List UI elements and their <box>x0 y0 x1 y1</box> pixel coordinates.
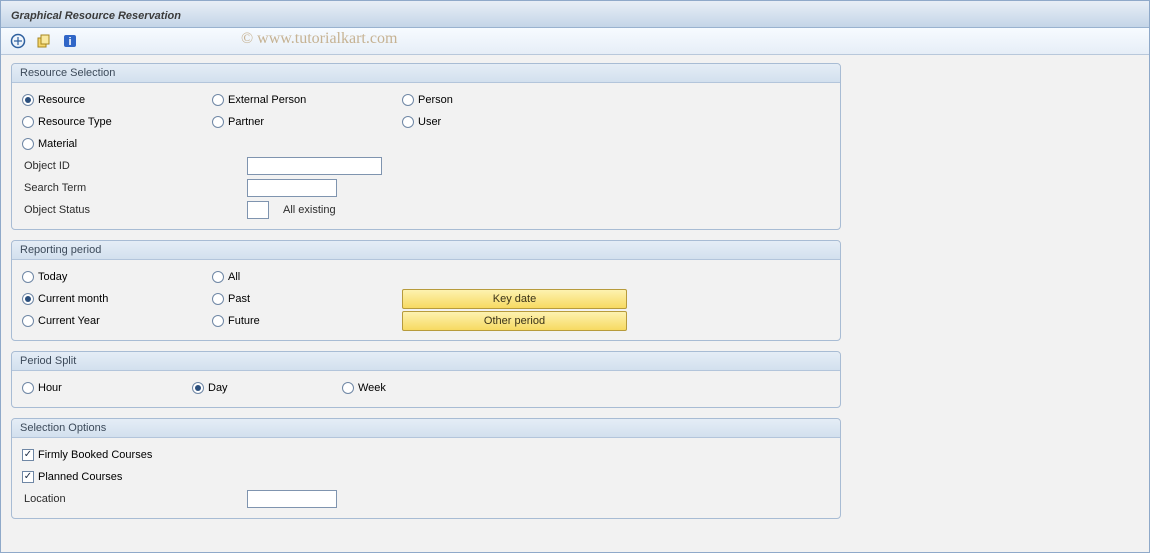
other-period-button[interactable]: Other period <box>402 311 627 331</box>
group-selection-options: Selection Options ✓Firmly Booked Courses… <box>11 418 841 519</box>
radio-today-label: Today <box>38 271 67 283</box>
key-date-button[interactable]: Key date <box>402 289 627 309</box>
checkbox-firmly-booked-label: Firmly Booked Courses <box>38 449 152 461</box>
radio-external-person-label: External Person <box>228 94 306 106</box>
radio-hour-label: Hour <box>38 382 62 394</box>
checkbox-planned-label: Planned Courses <box>38 471 122 483</box>
radio-all-label: All <box>228 271 240 283</box>
location-label: Location <box>22 493 247 505</box>
svg-text:i: i <box>68 36 71 48</box>
radio-hour[interactable]: Hour <box>22 382 62 394</box>
object-status-label: Object Status <box>22 204 247 216</box>
radio-past-label: Past <box>228 293 250 305</box>
group-title-resource-selection: Resource Selection <box>12 64 840 83</box>
search-term-label: Search Term <box>22 182 247 194</box>
title-bar: Graphical Resource Reservation <box>1 1 1149 28</box>
radio-resource[interactable]: Resource <box>22 94 85 106</box>
group-title-reporting-period: Reporting period <box>12 241 840 260</box>
radio-week[interactable]: Week <box>342 382 386 394</box>
app-window: Graphical Resource Reservation i © www.t… <box>0 0 1150 553</box>
checkbox-planned[interactable]: ✓Planned Courses <box>22 471 122 483</box>
radio-material-label: Material <box>38 138 77 150</box>
group-title-period-split: Period Split <box>12 352 840 371</box>
group-period-split: Period Split Hour Day Week <box>11 351 841 408</box>
group-title-selection-options: Selection Options <box>12 419 840 438</box>
watermark: © www.tutorialkart.com <box>241 30 397 48</box>
window-title: Graphical Resource Reservation <box>11 10 181 22</box>
radio-resource-label: Resource <box>38 94 85 106</box>
object-id-label: Object ID <box>22 160 247 172</box>
location-input[interactable] <box>247 490 337 508</box>
radio-resource-type[interactable]: Resource Type <box>22 116 112 128</box>
radio-resource-type-label: Resource Type <box>38 116 112 128</box>
radio-current-month-label: Current month <box>38 293 108 305</box>
radio-today[interactable]: Today <box>22 271 67 283</box>
object-id-input[interactable] <box>247 157 382 175</box>
radio-day-label: Day <box>208 382 228 394</box>
toolbar: i © www.tutorialkart.com <box>1 28 1149 55</box>
radio-current-month[interactable]: Current month <box>22 293 108 305</box>
radio-person[interactable]: Person <box>402 94 453 106</box>
radio-material[interactable]: Material <box>22 138 77 150</box>
radio-future[interactable]: Future <box>212 315 260 327</box>
radio-day[interactable]: Day <box>192 382 228 394</box>
object-status-input[interactable] <box>247 201 269 219</box>
variant-icon[interactable] <box>35 32 53 50</box>
info-icon[interactable]: i <box>61 32 79 50</box>
radio-week-label: Week <box>358 382 386 394</box>
checkbox-firmly-booked[interactable]: ✓Firmly Booked Courses <box>22 449 152 461</box>
radio-person-label: Person <box>418 94 453 106</box>
group-resource-selection: Resource Selection Resource External Per… <box>11 63 841 230</box>
radio-external-person[interactable]: External Person <box>212 94 306 106</box>
object-status-text: All existing <box>283 204 336 216</box>
radio-current-year[interactable]: Current Year <box>22 315 100 327</box>
radio-partner[interactable]: Partner <box>212 116 264 128</box>
radio-future-label: Future <box>228 315 260 327</box>
radio-partner-label: Partner <box>228 116 264 128</box>
radio-all[interactable]: All <box>212 271 240 283</box>
search-term-input[interactable] <box>247 179 337 197</box>
group-reporting-period: Reporting period Today All Current month… <box>11 240 841 341</box>
content-area: Resource Selection Resource External Per… <box>1 55 1149 537</box>
radio-past[interactable]: Past <box>212 293 250 305</box>
radio-current-year-label: Current Year <box>38 315 100 327</box>
execute-icon[interactable] <box>9 32 27 50</box>
radio-user[interactable]: User <box>402 116 441 128</box>
radio-user-label: User <box>418 116 441 128</box>
